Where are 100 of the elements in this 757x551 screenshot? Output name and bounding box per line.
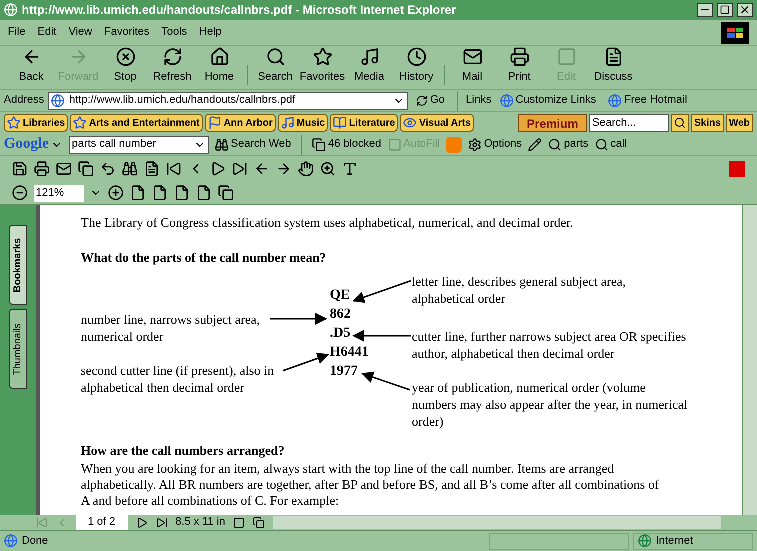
book-icon bbox=[333, 116, 348, 130]
document-icon bbox=[144, 161, 160, 177]
bookmark-button[interactable]: Ann Arbor bbox=[204, 114, 276, 132]
options-button[interactable]: Options bbox=[468, 136, 522, 153]
annotation-text: letter line, describes general subject area, alphabetical order bbox=[412, 273, 626, 307]
page-view-icon bbox=[130, 185, 146, 201]
menu-item[interactable]: File bbox=[8, 24, 26, 41]
windows-logo-icon bbox=[721, 22, 749, 44]
toolbar-button[interactable]: Favorites bbox=[299, 46, 346, 85]
clock-icon bbox=[406, 46, 426, 66]
toolbar-button[interactable]: Print bbox=[496, 46, 543, 85]
text-select-icon bbox=[342, 161, 358, 177]
refresh-icon bbox=[162, 46, 182, 66]
zoom-out-icon bbox=[12, 185, 28, 201]
close-button[interactable] bbox=[737, 3, 753, 17]
search-web-button[interactable]: Search Web bbox=[215, 136, 292, 153]
arrow bbox=[270, 313, 328, 325]
toolbar-button[interactable]: Search bbox=[252, 46, 299, 85]
bookmark-button[interactable]: Libraries bbox=[4, 114, 68, 132]
menu-item[interactable]: Edit bbox=[38, 24, 57, 41]
minimize-button[interactable] bbox=[697, 3, 713, 17]
toolbar-button[interactable]: Web bbox=[726, 114, 753, 132]
toolbar-button[interactable]: Back bbox=[8, 46, 55, 85]
toolbar-button[interactable]: History bbox=[393, 46, 440, 85]
address-field[interactable]: http://www.lib.umich.edu/handouts/callnbrs.pdf bbox=[48, 92, 408, 110]
section-heading: How are the call numbers arranged? bbox=[81, 442, 286, 460]
link-button[interactable]: Customize Links bbox=[496, 92, 600, 109]
next-page-icon bbox=[136, 516, 148, 528]
annotation-text: cutter line, further narrows subject area OR specifies author, alphabetical then decimal order bbox=[412, 328, 686, 362]
last-page-icon bbox=[156, 516, 168, 528]
vertical-scrollbar[interactable] bbox=[742, 205, 757, 515]
first-page-icon bbox=[36, 516, 48, 528]
toolbar-button[interactable]: Media bbox=[346, 46, 393, 85]
zoom-field[interactable]: 121% bbox=[34, 184, 84, 202]
first-page-icon bbox=[166, 161, 182, 177]
menu-item[interactable]: Favorites bbox=[104, 24, 150, 41]
side-tab[interactable]: Thumbnails bbox=[9, 309, 27, 389]
bookmark-button[interactable]: Literature bbox=[330, 114, 398, 132]
close-icon bbox=[739, 4, 751, 16]
search-field[interactable]: Search... bbox=[589, 114, 670, 132]
query-field[interactable]: parts call number bbox=[69, 136, 209, 154]
bookmark-button[interactable]: Music bbox=[278, 114, 328, 132]
last-page-icon bbox=[232, 161, 248, 177]
toolbar-button[interactable]: Mail bbox=[449, 46, 496, 85]
call-number-line: QE bbox=[330, 287, 350, 305]
bookmark-button[interactable]: Arts and Entertainment bbox=[70, 114, 203, 132]
printer-icon bbox=[34, 161, 50, 177]
toolbar-button[interactable]: Skins bbox=[691, 114, 724, 132]
link-button[interactable]: Free Hotmail bbox=[604, 92, 692, 109]
call-number-line: H6441 bbox=[330, 344, 369, 362]
star-icon bbox=[312, 46, 332, 66]
toolbar-button[interactable]: Stop bbox=[102, 46, 149, 85]
menu-item[interactable]: Tools bbox=[162, 24, 188, 41]
search-icon bbox=[674, 117, 686, 129]
horizontal-scrollbar[interactable] bbox=[273, 516, 721, 529]
menu-item[interactable]: Help bbox=[199, 24, 222, 41]
search-button[interactable] bbox=[671, 114, 690, 132]
zone-text: Internet bbox=[656, 534, 694, 549]
toolbar-button[interactable]: Refresh bbox=[149, 46, 196, 85]
annotation-text: year of publication, numerical order (volume numbers may also appear after the year, in numerical order) bbox=[412, 379, 688, 430]
email-icon bbox=[56, 161, 72, 177]
toolbar-button[interactable]: Discuss bbox=[590, 46, 637, 85]
search-icon bbox=[594, 138, 609, 152]
popup-blocker-button[interactable]: 46 blocked bbox=[312, 136, 382, 153]
annotation-text: number line, narrows subject area, numerical order bbox=[81, 311, 260, 345]
back-arrow-icon bbox=[254, 161, 270, 177]
save-icon bbox=[12, 161, 28, 177]
home-icon bbox=[210, 46, 230, 66]
side-tab[interactable]: Bookmarks bbox=[9, 225, 27, 305]
bookmark-button[interactable]: Visual Arts bbox=[400, 114, 474, 132]
call-number-line: .D5 bbox=[330, 325, 351, 343]
printer-icon bbox=[510, 46, 530, 66]
menu-item[interactable]: View bbox=[68, 24, 92, 41]
search-term-button[interactable]: call bbox=[594, 136, 628, 153]
globe-icon bbox=[638, 534, 652, 548]
go-button[interactable]: Go bbox=[412, 92, 450, 109]
copy-icon bbox=[78, 161, 94, 177]
page-icon bbox=[51, 94, 66, 108]
page-view-icon bbox=[174, 185, 190, 201]
window-title: http://www.lib.umich.edu/handouts/callnbrs.pdf - Microsoft Internet Explorer bbox=[22, 2, 458, 19]
page-view-icon bbox=[196, 185, 212, 201]
search-term-button[interactable]: parts bbox=[548, 136, 589, 153]
toolbar-button[interactable]: Home bbox=[196, 46, 243, 85]
page-icon bbox=[4, 534, 18, 548]
status-text: Done bbox=[22, 534, 50, 549]
single-page-icon bbox=[233, 516, 246, 528]
restore-button[interactable] bbox=[717, 3, 733, 17]
music-icon bbox=[360, 46, 380, 66]
premium-button[interactable]: Premium bbox=[518, 114, 588, 132]
undo-icon bbox=[100, 161, 116, 177]
restore-icon bbox=[720, 5, 730, 15]
star-icon bbox=[7, 116, 21, 130]
paragraph: When you are looking for an item, always start with the top line of the call number. Items are arranged alphabetically. All BR numbers are together, after BP and before BS, and all B’s come after all combinations of A and before all combinations of C. For example: bbox=[81, 460, 660, 508]
globe-icon bbox=[500, 94, 514, 108]
links-label: Links bbox=[466, 93, 492, 108]
stop-icon bbox=[116, 46, 136, 66]
mail-icon bbox=[462, 46, 482, 66]
star-icon bbox=[73, 116, 88, 130]
square-icon bbox=[556, 46, 576, 66]
annotation-text: second cutter line (if present), also in alphabetical then decimal order bbox=[81, 362, 274, 396]
